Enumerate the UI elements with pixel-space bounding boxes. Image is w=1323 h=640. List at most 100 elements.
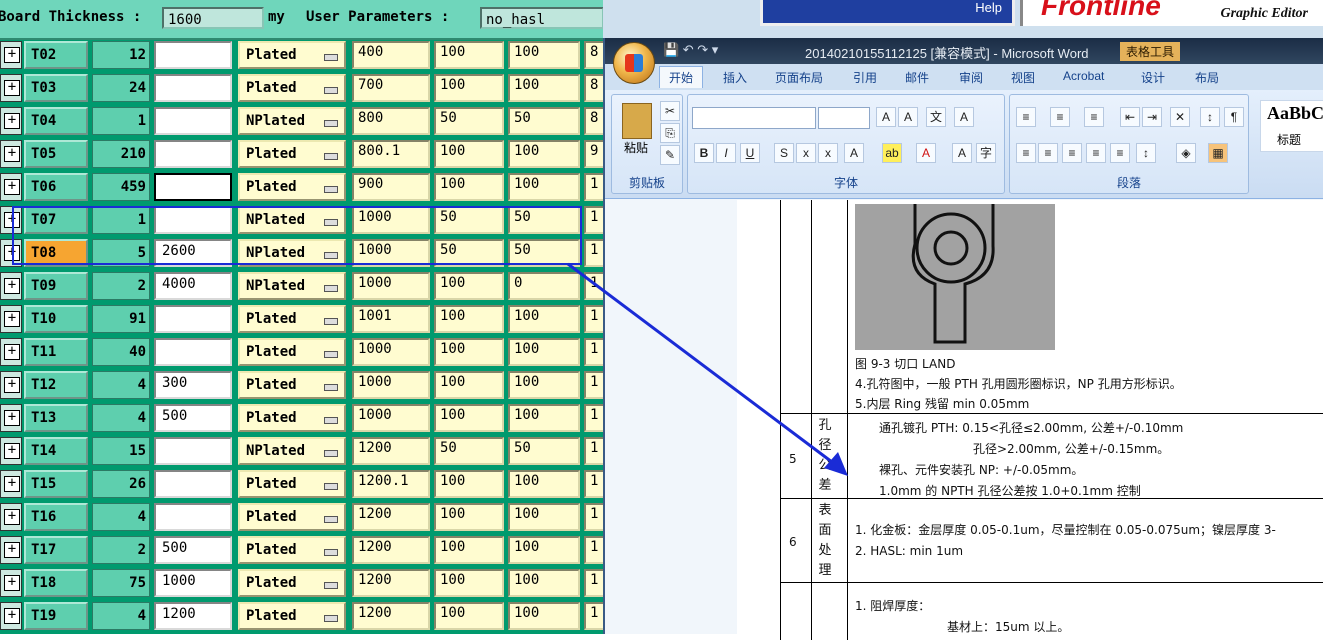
plating-select[interactable]: NPlated	[238, 437, 346, 465]
drill-size-input[interactable]: 1200	[352, 602, 430, 630]
plating-select[interactable]: Plated	[238, 569, 346, 597]
decrease-indent-icon[interactable]: ⇤	[1120, 107, 1140, 127]
plating-select[interactable]: NPlated	[238, 272, 346, 300]
drill-size-input[interactable]: 700	[352, 74, 430, 102]
plus-tolerance-input[interactable]: 100	[434, 536, 504, 564]
finished-size-input[interactable]	[154, 470, 232, 498]
minus-tolerance-input[interactable]: 100	[508, 338, 580, 366]
extra-column-input[interactable]: 8	[584, 74, 603, 102]
extra-column-input[interactable]: 8	[584, 107, 603, 135]
tool-button[interactable]: T16	[24, 503, 88, 531]
extra-column-input[interactable]: 1	[584, 470, 603, 498]
multilevel-list-icon[interactable]: ≡	[1084, 107, 1104, 127]
extra-column-input[interactable]: 1	[584, 239, 603, 267]
finished-size-input[interactable]	[154, 107, 232, 135]
tool-button[interactable]: T15	[24, 470, 88, 498]
tool-button[interactable]: T03	[24, 74, 88, 102]
char-shading-icon[interactable]: A	[952, 143, 972, 163]
drill-size-input[interactable]: 800.1	[352, 140, 430, 168]
superscript-icon[interactable]: x	[818, 143, 838, 163]
align-left-icon[interactable]: ≡	[1016, 143, 1036, 163]
justify-icon[interactable]: ≡	[1086, 143, 1106, 163]
minus-tolerance-input[interactable]: 100	[508, 74, 580, 102]
plus-tolerance-input[interactable]: 100	[434, 371, 504, 399]
plus-tolerance-input[interactable]: 100	[434, 503, 504, 531]
expand-button[interactable]: +	[0, 107, 22, 135]
tool-button[interactable]: T17	[24, 536, 88, 564]
extra-column-input[interactable]: 1	[584, 503, 603, 531]
extra-column-input[interactable]: 1	[584, 404, 603, 432]
plus-tolerance-input[interactable]: 100	[434, 569, 504, 597]
plating-select[interactable]: Plated	[238, 74, 346, 102]
line-spacing-icon[interactable]: ↕	[1136, 143, 1156, 163]
finished-size-input[interactable]	[154, 41, 232, 69]
finished-size-input[interactable]: 500	[154, 536, 232, 564]
tool-button[interactable]: T12	[24, 371, 88, 399]
align-right-icon[interactable]: ≡	[1062, 143, 1082, 163]
drill-size-input[interactable]: 400	[352, 41, 430, 69]
finished-size-input[interactable]	[154, 140, 232, 168]
expand-button[interactable]: +	[0, 602, 22, 630]
drill-size-input[interactable]: 1200	[352, 503, 430, 531]
plus-tolerance-input[interactable]: 100	[434, 305, 504, 333]
borders-icon[interactable]: ▦	[1208, 143, 1228, 163]
extra-column-input[interactable]: 1	[584, 173, 603, 201]
plating-select[interactable]: Plated	[238, 371, 346, 399]
plating-select[interactable]: Plated	[238, 470, 346, 498]
extra-column-input[interactable]: 1	[584, 437, 603, 465]
finished-size-input[interactable]	[154, 173, 232, 201]
minus-tolerance-input[interactable]: 100	[508, 41, 580, 69]
finished-size-input[interactable]	[154, 74, 232, 102]
minus-tolerance-input[interactable]: 100	[508, 536, 580, 564]
plating-select[interactable]: Plated	[238, 305, 346, 333]
plus-tolerance-input[interactable]: 100	[434, 338, 504, 366]
extra-column-input[interactable]: 1	[584, 536, 603, 564]
plus-tolerance-input[interactable]: 100	[434, 602, 504, 630]
italic-icon[interactable]: I	[716, 143, 736, 163]
style-title-sample[interactable]: AaBbC 标题	[1260, 100, 1323, 152]
expand-button[interactable]: +	[0, 437, 22, 465]
numbering-icon[interactable]: ≡	[1050, 107, 1070, 127]
minus-tolerance-input[interactable]: 100	[508, 470, 580, 498]
minus-tolerance-input[interactable]: 100	[508, 305, 580, 333]
extra-column-input[interactable]: 1	[584, 602, 603, 630]
minus-tolerance-input[interactable]: 50	[508, 437, 580, 465]
board-thickness-field[interactable]: 1600	[162, 7, 264, 29]
paste-icon[interactable]	[622, 103, 652, 139]
drill-size-input[interactable]: 1200	[352, 569, 430, 597]
finished-size-input[interactable]: 4000	[154, 272, 232, 300]
drill-size-input[interactable]: 1000	[352, 272, 430, 300]
tool-button[interactable]: T10	[24, 305, 88, 333]
expand-button[interactable]: +	[0, 74, 22, 102]
expand-button[interactable]: +	[0, 272, 22, 300]
expand-button[interactable]: +	[0, 140, 22, 168]
underline-icon[interactable]: U	[740, 143, 760, 163]
plus-tolerance-input[interactable]: 50	[434, 107, 504, 135]
font-name-select[interactable]	[692, 107, 816, 129]
minus-tolerance-input[interactable]: 0	[508, 272, 580, 300]
finished-size-input[interactable]: 1200	[154, 602, 232, 630]
plating-select[interactable]: Plated	[238, 503, 346, 531]
minus-tolerance-input[interactable]: 100	[508, 173, 580, 201]
plating-select[interactable]: NPlated	[238, 107, 346, 135]
increase-indent-icon[interactable]: ⇥	[1142, 107, 1162, 127]
plating-select[interactable]: Plated	[238, 338, 346, 366]
tab-insert[interactable]: 插入	[723, 69, 747, 86]
copy-icon[interactable]: ⎘	[660, 123, 680, 143]
strikethrough-icon[interactable]: S	[774, 143, 794, 163]
show-marks-icon[interactable]: ¶	[1224, 107, 1244, 127]
font-size-select[interactable]	[818, 107, 870, 129]
plus-tolerance-input[interactable]: 50	[434, 437, 504, 465]
plating-select[interactable]: Plated	[238, 602, 346, 630]
expand-button[interactable]: +	[0, 173, 22, 201]
extra-column-input[interactable]: 1	[584, 305, 603, 333]
bullets-icon[interactable]: ≡	[1016, 107, 1036, 127]
finished-size-input[interactable]	[154, 338, 232, 366]
extra-column-input[interactable]: 1	[584, 338, 603, 366]
grow-font-icon[interactable]: A	[876, 107, 896, 127]
plating-select[interactable]: Plated	[238, 140, 346, 168]
plus-tolerance-input[interactable]: 100	[434, 140, 504, 168]
plating-select[interactable]: Plated	[238, 173, 346, 201]
tool-button[interactable]: T02	[24, 41, 88, 69]
enclose-char-icon[interactable]: 字	[976, 143, 996, 163]
